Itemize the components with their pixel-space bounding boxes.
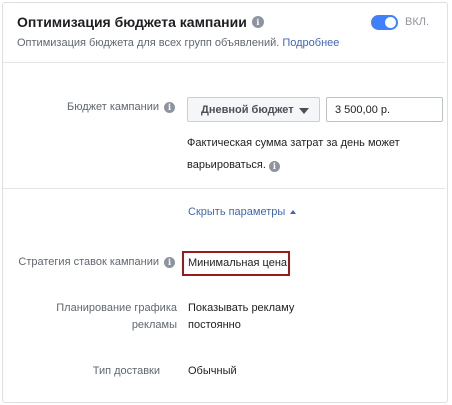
bid-strategy-label: Стратегия ставок кампании i: [5, 256, 175, 268]
schedule-value-line1: Показывать рекламу: [188, 302, 295, 314]
hide-settings-text: Скрыть параметры: [188, 206, 286, 218]
delivery-type-value: Обычный: [188, 365, 237, 377]
cbo-toggle-switch[interactable]: [371, 15, 398, 30]
budget-note-text: Фактическая сумма затрат за день может в…: [187, 137, 400, 171]
schedule-value-line2: постоянно: [188, 319, 241, 331]
info-icon[interactable]: i: [164, 101, 175, 113]
delivery-type-label-text: Тип доставки: [92, 365, 160, 377]
info-icon[interactable]: i: [164, 256, 175, 268]
bid-strategy-value[interactable]: Минимальная цена: [188, 257, 287, 269]
budget-type-dropdown[interactable]: Дневной бюджет: [187, 97, 320, 122]
schedule-value: Показывать рекламу постоянно: [188, 300, 294, 334]
hide-settings-link[interactable]: Скрыть параметры: [188, 206, 297, 218]
settings-divider: [3, 188, 445, 189]
budget-amount-input[interactable]: [326, 97, 443, 122]
learn-more-link[interactable]: Подробнее: [282, 37, 339, 49]
chevron-up-icon: [290, 210, 297, 214]
budget-label: Бюджет кампании i: [10, 101, 175, 113]
schedule-label-line2: рекламы: [131, 319, 177, 331]
chevron-down-icon: [299, 108, 309, 114]
budget-label-text: Бюджет кампании: [66, 101, 159, 113]
budget-type-value: Дневной бюджет: [201, 103, 294, 116]
section-subtitle: Оптимизация бюджета для всех групп объяв…: [17, 37, 339, 49]
bid-strategy-label-text: Стратегия ставок кампании: [18, 256, 159, 268]
info-icon[interactable]: i: [251, 16, 264, 28]
header-divider: [3, 62, 445, 63]
schedule-label: Планирование графика рекламы: [10, 300, 177, 334]
toggle-state-label: ВКЛ.: [405, 16, 430, 28]
section-title: Оптимизация бюджета кампании i: [17, 14, 264, 30]
info-icon[interactable]: i: [268, 161, 280, 172]
schedule-label-line1: Планирование графика: [56, 302, 177, 314]
section-title-text: Оптимизация бюджета кампании: [17, 14, 247, 30]
budget-note: Фактическая сумма затрат за день может в…: [187, 132, 417, 176]
section-subtitle-text: Оптимизация бюджета для всех групп объяв…: [17, 37, 280, 49]
delivery-type-label: Тип доставки: [10, 365, 160, 377]
